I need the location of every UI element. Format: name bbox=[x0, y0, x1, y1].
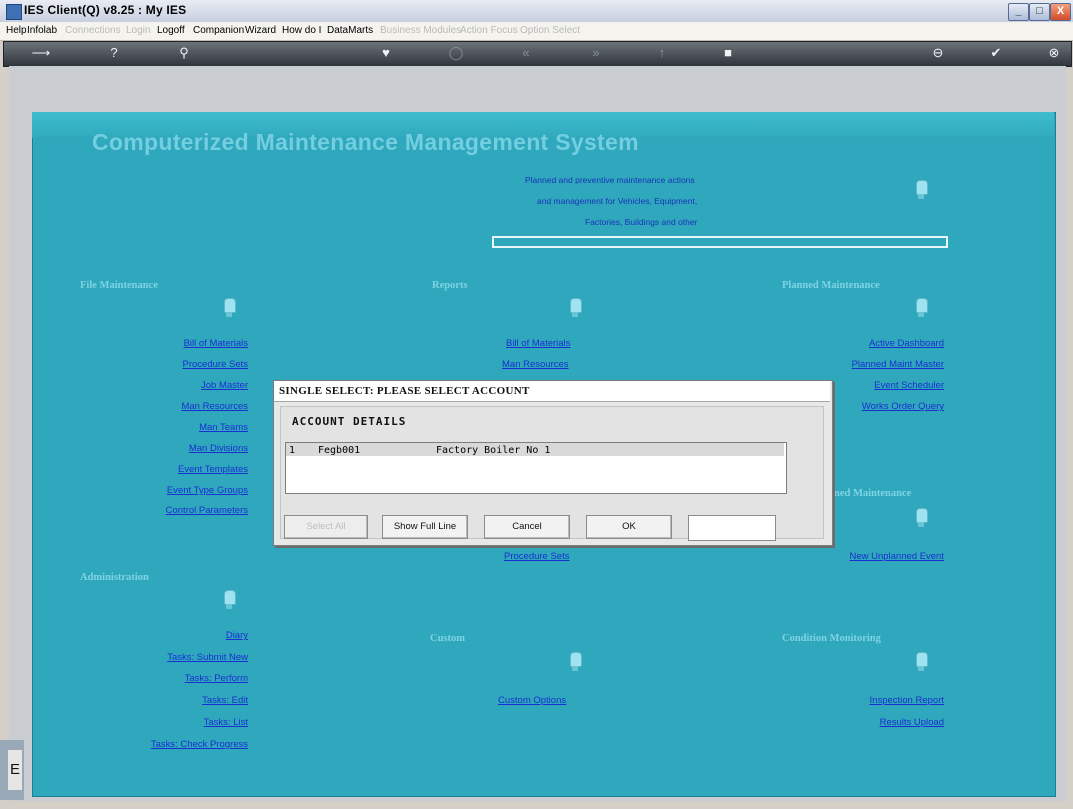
toolbar: ⟶ ? ⚲ ♥ ◯ « » ↑ ■ ⊖ ✔ ⊗ bbox=[3, 41, 1072, 67]
section-title-administration: Administration bbox=[80, 572, 149, 583]
section-title-planned-maintenance: Planned Maintenance bbox=[782, 280, 880, 291]
link-active-dashboard[interactable]: Active Dashboard bbox=[790, 338, 944, 349]
bulb-icon bbox=[568, 652, 582, 672]
square-icon[interactable]: ■ bbox=[718, 45, 738, 61]
help-icon[interactable]: ? bbox=[104, 45, 124, 61]
menu-help[interactable]: Help bbox=[6, 25, 27, 36]
link-report-procedure-sets[interactable]: Procedure Sets bbox=[504, 551, 569, 562]
link-tasks-submit-new[interactable]: Tasks: Submit New bbox=[100, 652, 248, 663]
link-results-upload[interactable]: Results Upload bbox=[790, 717, 944, 728]
link-job-master[interactable]: Job Master bbox=[100, 380, 248, 391]
menu-companion[interactable]: Companion bbox=[193, 25, 244, 36]
link-control-parameters[interactable]: Control Parameters bbox=[100, 505, 248, 516]
link-procedure-sets[interactable]: Procedure Sets bbox=[100, 359, 248, 370]
page-title: Computerized Maintenance Management Syst… bbox=[92, 129, 639, 155]
link-man-teams[interactable]: Man Teams bbox=[100, 422, 248, 433]
show-full-line-button[interactable]: Show Full Line bbox=[382, 515, 468, 539]
arrow-icon[interactable]: ⟶ bbox=[26, 45, 56, 61]
link-planned-maint-master[interactable]: Planned Maint Master bbox=[790, 359, 944, 370]
bulb-icon bbox=[914, 298, 928, 318]
close-icon[interactable]: ⊗ bbox=[1044, 45, 1064, 61]
dialog-title: SINGLE SELECT: PLEASE SELECT ACCOUNT bbox=[279, 385, 530, 397]
app-icon bbox=[6, 4, 22, 20]
close-button[interactable]: X bbox=[1050, 3, 1071, 21]
menu-connections[interactable]: Connections bbox=[65, 25, 121, 36]
link-tasks-check-progress[interactable]: Tasks: Check Progress bbox=[100, 739, 248, 750]
heart-icon[interactable]: ♥ bbox=[376, 45, 396, 61]
link-report-bill-of-materials[interactable]: Bill of Materials bbox=[506, 338, 570, 349]
minus-icon[interactable]: ⊖ bbox=[928, 45, 948, 61]
link-event-templates[interactable]: Event Templates bbox=[100, 464, 248, 475]
dialog-input[interactable] bbox=[688, 515, 776, 541]
minimize-button[interactable]: _ bbox=[1008, 3, 1029, 21]
link-event-type-groups[interactable]: Event Type Groups bbox=[100, 485, 248, 496]
menu-action-focus[interactable]: Action Focus bbox=[460, 25, 518, 36]
bulb-icon bbox=[914, 652, 928, 672]
bulb-icon bbox=[914, 508, 928, 528]
section-title-unplanned-maintenance: ned Maintenance bbox=[834, 488, 912, 499]
maximize-button[interactable]: □ bbox=[1029, 3, 1050, 21]
row-index: 1 bbox=[289, 445, 296, 456]
menu-datamarts[interactable]: DataMarts bbox=[327, 25, 373, 36]
progress-bar bbox=[492, 236, 948, 248]
section-title-custom: Custom bbox=[430, 633, 466, 644]
section-title-condition-monitoring: Condition Monitoring bbox=[782, 633, 881, 644]
link-man-resources[interactable]: Man Resources bbox=[100, 401, 248, 412]
menu-infolab[interactable]: Infolab bbox=[27, 25, 57, 36]
menu-login[interactable]: Login bbox=[126, 25, 150, 36]
search-icon[interactable]: ⚲ bbox=[174, 45, 194, 61]
menu-logoff[interactable]: Logoff bbox=[157, 25, 185, 36]
bulb-icon bbox=[222, 298, 236, 318]
cancel-button[interactable]: Cancel bbox=[484, 515, 570, 539]
link-inspection-report[interactable]: Inspection Report bbox=[790, 695, 944, 706]
row-code: Fegb001 bbox=[318, 445, 361, 456]
taskbar-label: E bbox=[8, 750, 22, 790]
bulb-icon bbox=[914, 180, 928, 200]
check-icon[interactable]: ✔ bbox=[986, 45, 1006, 61]
menu-bar: Help Infolab Connections Login Logoff Co… bbox=[0, 22, 1073, 41]
window-title: IES Client(Q) v8.25 : My IES bbox=[24, 3, 187, 17]
link-man-divisions[interactable]: Man Divisions bbox=[100, 443, 248, 454]
link-bill-of-materials[interactable]: Bill of Materials bbox=[100, 338, 248, 349]
rewind-icon[interactable]: « bbox=[516, 45, 536, 61]
ok-button[interactable]: OK bbox=[586, 515, 672, 539]
menu-business-modules[interactable]: Business Modules bbox=[380, 25, 461, 36]
menu-wizard[interactable]: Wizard bbox=[245, 25, 276, 36]
link-report-man-resources[interactable]: Man Resources bbox=[502, 359, 569, 370]
description-line: Planned and preventive maintenance actio… bbox=[525, 175, 695, 185]
description-line: and management for Vehicles, Equipment, bbox=[537, 196, 698, 206]
forward-icon[interactable]: » bbox=[586, 45, 606, 61]
up-icon[interactable]: ↑ bbox=[652, 45, 672, 61]
section-title-file-maintenance: File Maintenance bbox=[80, 280, 158, 291]
link-diary[interactable]: Diary bbox=[100, 630, 248, 641]
menu-option-select[interactable]: Option Select bbox=[520, 25, 580, 36]
select-all-button[interactable]: Select All bbox=[284, 515, 368, 539]
menu-how-do-i[interactable]: How do I bbox=[282, 25, 321, 36]
circle-icon[interactable]: ◯ bbox=[446, 45, 466, 61]
row-name: Factory Boiler No 1 bbox=[436, 445, 551, 456]
section-title-reports: Reports bbox=[432, 280, 468, 291]
bulb-icon bbox=[568, 298, 582, 318]
dialog-heading: ACCOUNT DETAILS bbox=[292, 415, 407, 428]
link-tasks-edit[interactable]: Tasks: Edit bbox=[100, 695, 248, 706]
bulb-icon bbox=[222, 590, 236, 610]
link-tasks-list[interactable]: Tasks: List bbox=[100, 717, 248, 728]
description-line: Factories, Buildings and other bbox=[585, 217, 698, 227]
link-custom-options[interactable]: Custom Options bbox=[498, 695, 566, 706]
link-tasks-perform[interactable]: Tasks: Perform bbox=[100, 673, 248, 684]
link-new-unplanned-event[interactable]: New Unplanned Event bbox=[790, 551, 944, 562]
